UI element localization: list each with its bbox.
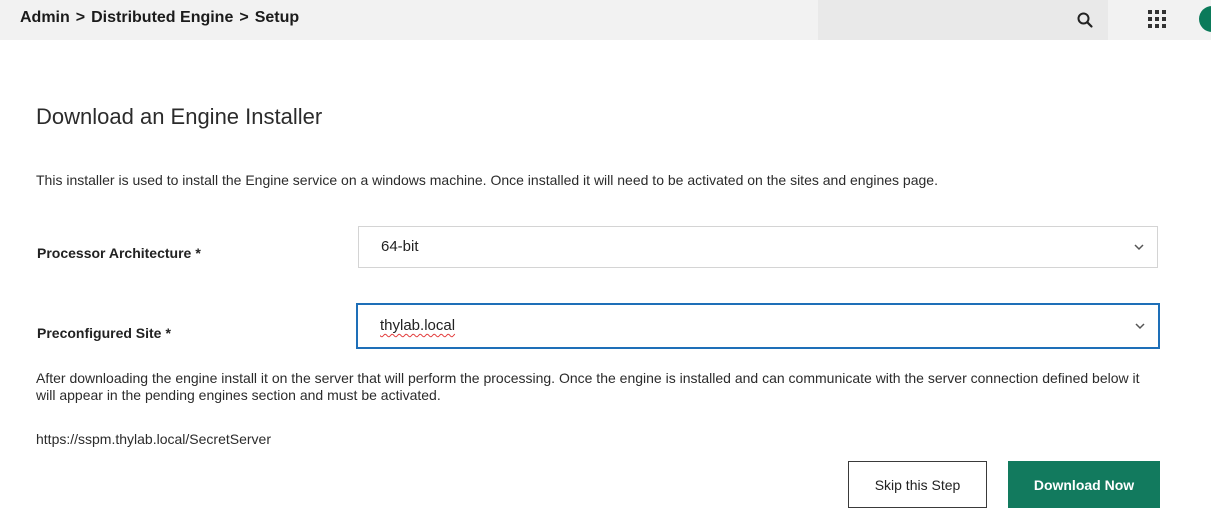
- preconfigured-site-select[interactable]: thylab.local: [356, 303, 1160, 349]
- skip-step-button[interactable]: Skip this Step: [848, 461, 987, 508]
- required-marker: *: [165, 325, 171, 341]
- install-instructions: After downloading the engine install it …: [36, 370, 1140, 403]
- avatar[interactable]: [1199, 6, 1211, 32]
- breadcrumb-separator: >: [239, 9, 249, 26]
- search-icon[interactable]: [1076, 11, 1094, 29]
- processor-architecture-value: 64-bit: [381, 238, 419, 255]
- processor-architecture-label: Processor Architecture *: [37, 245, 201, 261]
- download-now-button[interactable]: Download Now: [1008, 461, 1160, 508]
- processor-architecture-label-text: Processor Architecture: [37, 245, 192, 261]
- page-title: Download an Engine Installer: [36, 104, 323, 129]
- preconfigured-site-label: Preconfigured Site *: [37, 325, 171, 341]
- apps-grid-icon[interactable]: [1147, 9, 1167, 29]
- preconfigured-site-label-text: Preconfigured Site: [37, 325, 162, 341]
- breadcrumb-item-setup: Setup: [254, 9, 300, 26]
- top-bar: Admin > Distributed Engine > Setup: [0, 0, 1211, 40]
- preconfigured-site-value: thylab.local: [380, 317, 456, 334]
- chevron-down-icon: [1135, 323, 1145, 330]
- search-input[interactable]: [818, 0, 1108, 40]
- required-marker: *: [195, 245, 201, 261]
- page-description: This installer is used to install the En…: [36, 172, 938, 188]
- chevron-down-icon: [1134, 244, 1144, 251]
- breadcrumb-item-admin[interactable]: Admin: [20, 9, 70, 26]
- breadcrumb-item-distributed-engine[interactable]: Distributed Engine: [91, 9, 233, 26]
- breadcrumb: Admin > Distributed Engine > Setup: [20, 9, 299, 27]
- breadcrumb-separator: >: [75, 9, 86, 26]
- server-url: https://sspm.thylab.local/SecretServer: [36, 431, 271, 447]
- processor-architecture-select[interactable]: 64-bit: [358, 226, 1158, 268]
